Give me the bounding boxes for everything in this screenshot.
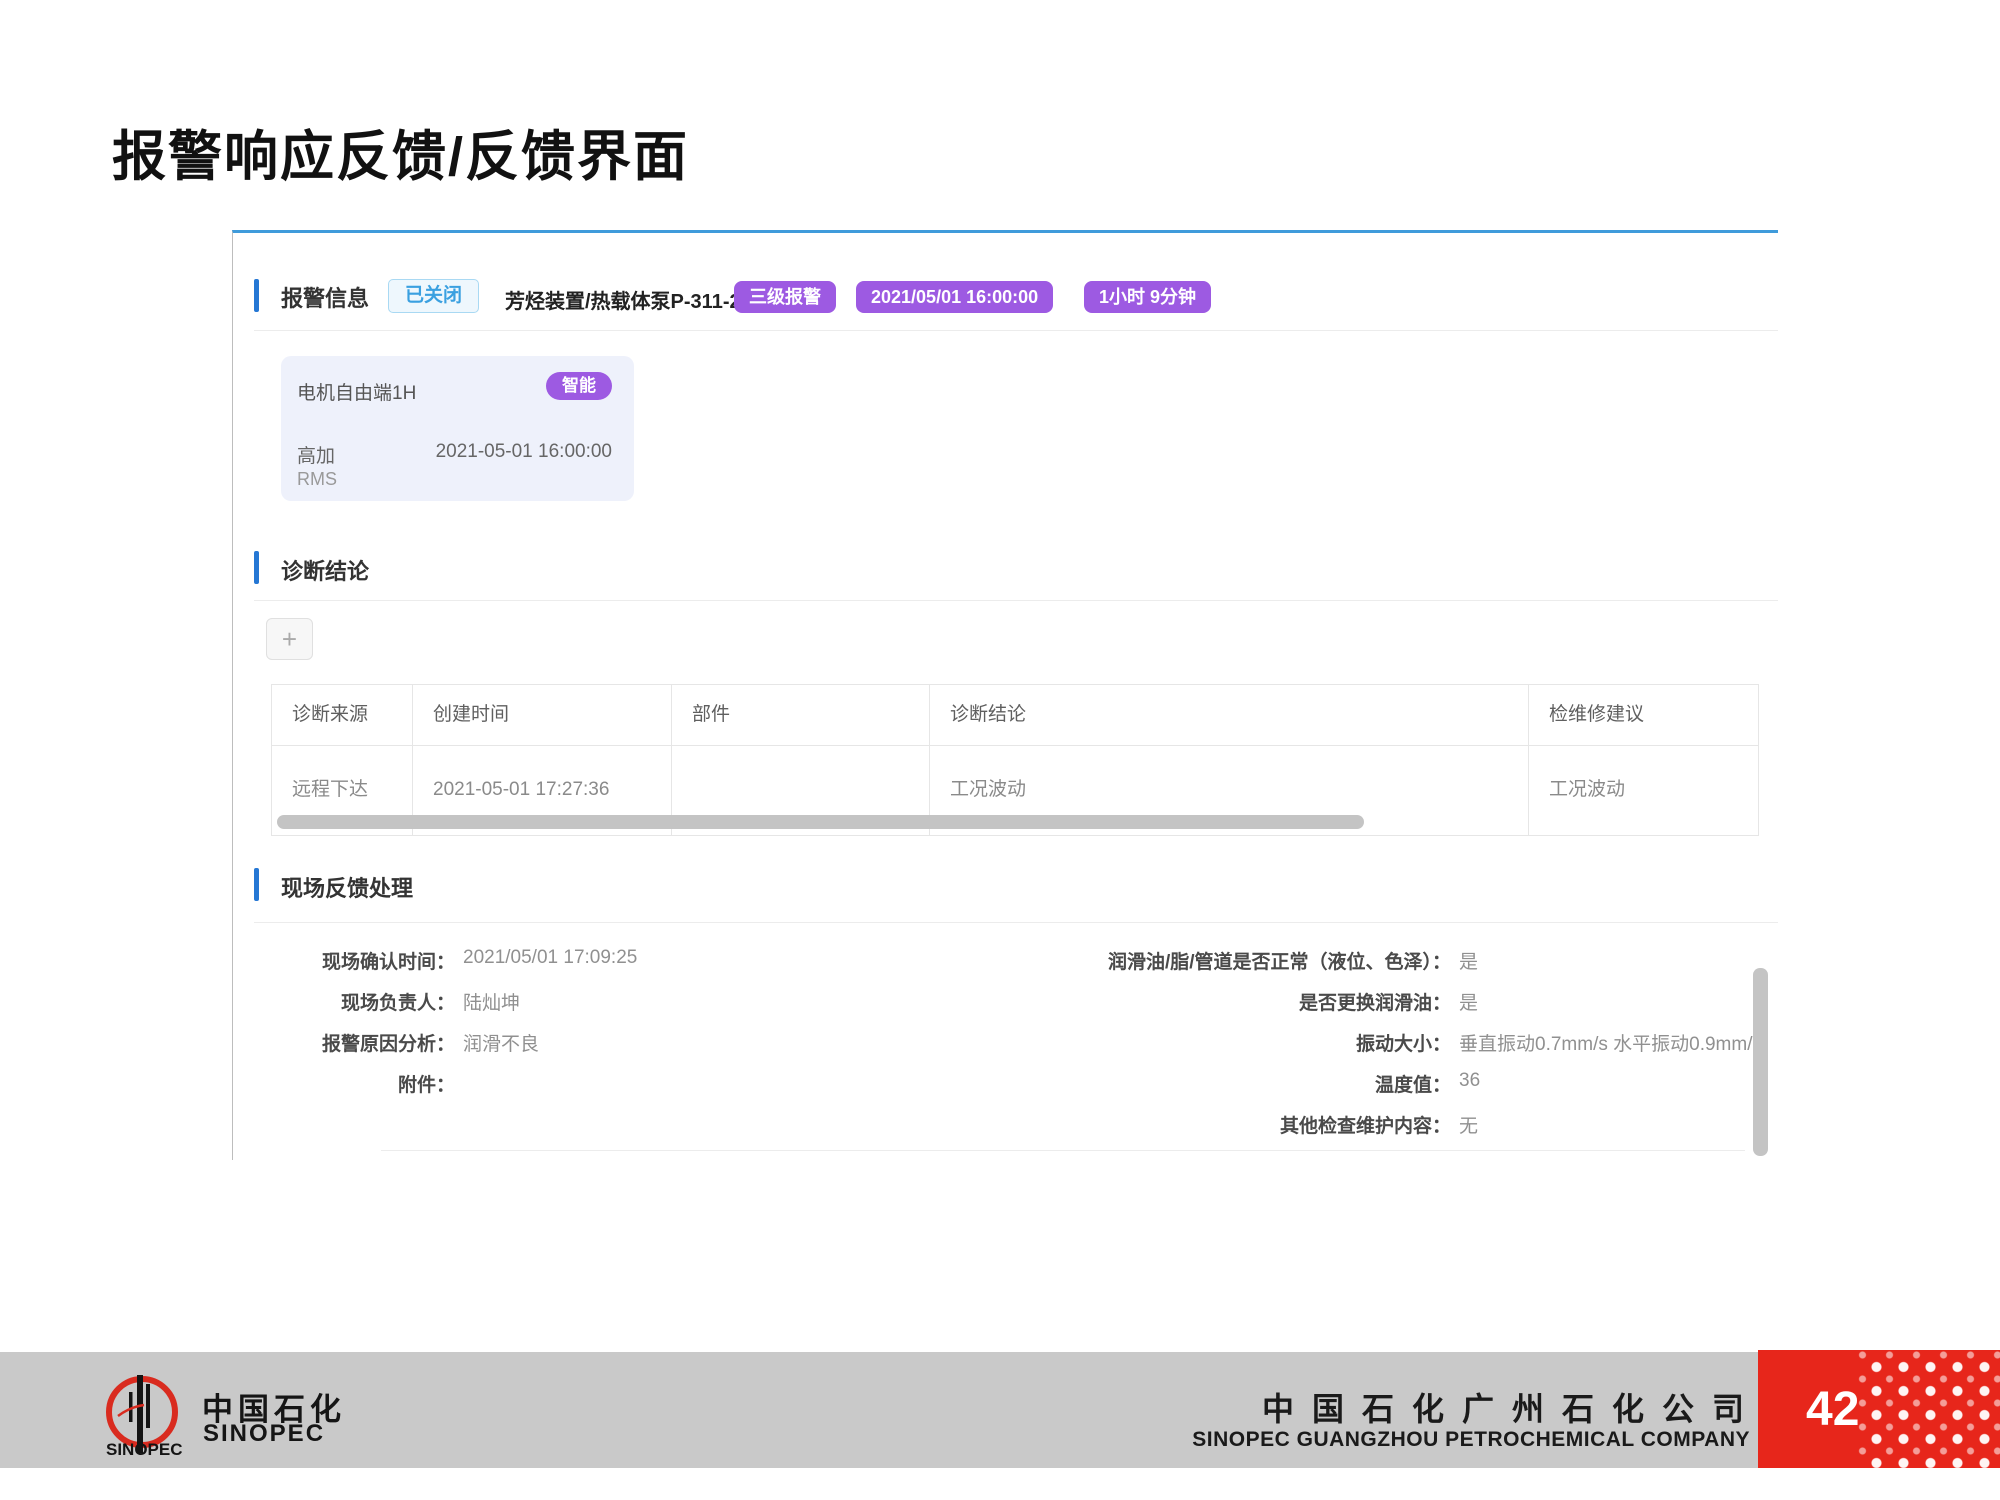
divider [381, 1150, 1745, 1151]
alarm-point-card[interactable]: 电机自由端1H 智能 高加 2021-05-01 16:00:00 RMS [281, 356, 634, 501]
field-label: 温度值： [1021, 1070, 1451, 1097]
field-label: 润滑油/脂/管道是否正常（液位、色泽）： [1021, 947, 1451, 974]
table-cell-suggestion[interactable]: 工况波动 [1528, 745, 1758, 835]
sinopec-logo-icon: SINOPEC [96, 1372, 188, 1460]
field-value: 垂直振动0.7mm/s 水平振动0.9mm/s [1459, 1029, 1762, 1056]
alarm-type-label: 高加 [297, 441, 335, 468]
halftone-dots-decoration [1856, 1350, 2000, 1468]
field-value: 无 [1459, 1111, 1478, 1138]
status-badge-closed: 已关闭 [388, 279, 479, 313]
alarm-duration-badge: 1小时 9分钟 [1084, 281, 1211, 313]
smart-tag-badge: 智能 [546, 372, 612, 400]
page-number: 42 [1806, 1382, 1859, 1437]
metric-label: RMS [297, 469, 337, 490]
section-accent-bar [254, 279, 259, 312]
table-header-suggestion: 检维修建议 [1528, 685, 1758, 745]
field-label: 振动大小： [1021, 1029, 1451, 1056]
field-value: 是 [1459, 947, 1478, 974]
field-value: 36 [1459, 1070, 1480, 1092]
field-label: 现场负责人： [273, 988, 455, 1015]
divider [254, 922, 1778, 923]
section-title-diagnosis: 诊断结论 [281, 554, 369, 586]
section-title-alarm-info: 报警信息 [281, 281, 369, 313]
field-value: 陆灿坤 [463, 988, 520, 1015]
slide-canvas: 报警响应反馈/反馈界面 报警信息 已关闭 芳烃装置/热载体泵P-311-2 三级… [0, 0, 2000, 1500]
alarm-card-time: 2021-05-01 16:00:00 [436, 441, 612, 463]
measure-point-name: 电机自由端1H [297, 378, 416, 405]
divider [254, 600, 1778, 601]
field-value: 是 [1459, 988, 1478, 1015]
alarm-time-badge: 2021/05/01 16:00:00 [856, 281, 1053, 313]
table-header-component: 部件 [671, 685, 929, 745]
field-label: 是否更换润滑油： [1021, 988, 1451, 1015]
table-header-conclusion: 诊断结论 [929, 685, 1528, 745]
page-title: 报警响应反馈/反馈界面 [112, 112, 689, 191]
footer-company-name-cn: 中国石化广州石化公司 [1150, 1384, 1762, 1430]
add-diagnosis-button[interactable]: + [266, 618, 313, 660]
field-label: 附件： [273, 1070, 455, 1097]
diagnosis-table: 诊断来源 创建时间 部件 诊断结论 检维修建议 远程下达 2021-05-01 … [271, 684, 1759, 836]
table-header-created: 创建时间 [412, 685, 671, 745]
alarm-feedback-panel: 报警信息 已关闭 芳烃装置/热载体泵P-311-2 三级报警 2021/05/0… [232, 230, 1778, 1160]
plus-icon: + [282, 624, 297, 654]
divider [254, 330, 1778, 331]
horizontal-scrollbar[interactable] [277, 815, 1364, 829]
page-number-block: 42 [1758, 1350, 2000, 1468]
alarm-level-badge: 三级报警 [734, 281, 836, 313]
section-title-feedback: 现场反馈处理 [281, 871, 413, 903]
field-label: 其他检查维护内容： [1021, 1111, 1451, 1138]
field-value: 2021/05/01 17:09:25 [463, 947, 637, 969]
table-header-source: 诊断来源 [272, 685, 412, 745]
vertical-scrollbar[interactable] [1753, 968, 1768, 1156]
footer-logo-en: SINOPEC [203, 1420, 325, 1448]
field-label: 现场确认时间： [273, 947, 455, 974]
svg-text:SINOPEC: SINOPEC [106, 1440, 183, 1459]
section-accent-bar [254, 551, 259, 584]
field-label: 报警原因分析： [273, 1029, 455, 1056]
footer-company-name-en: SINOPEC GUANGZHOU PETROCHEMICAL COMPANY [1150, 1428, 1750, 1452]
device-name: 芳烃装置/热载体泵P-311-2 [505, 285, 741, 314]
section-accent-bar [254, 868, 259, 901]
field-value: 润滑不良 [463, 1029, 539, 1056]
